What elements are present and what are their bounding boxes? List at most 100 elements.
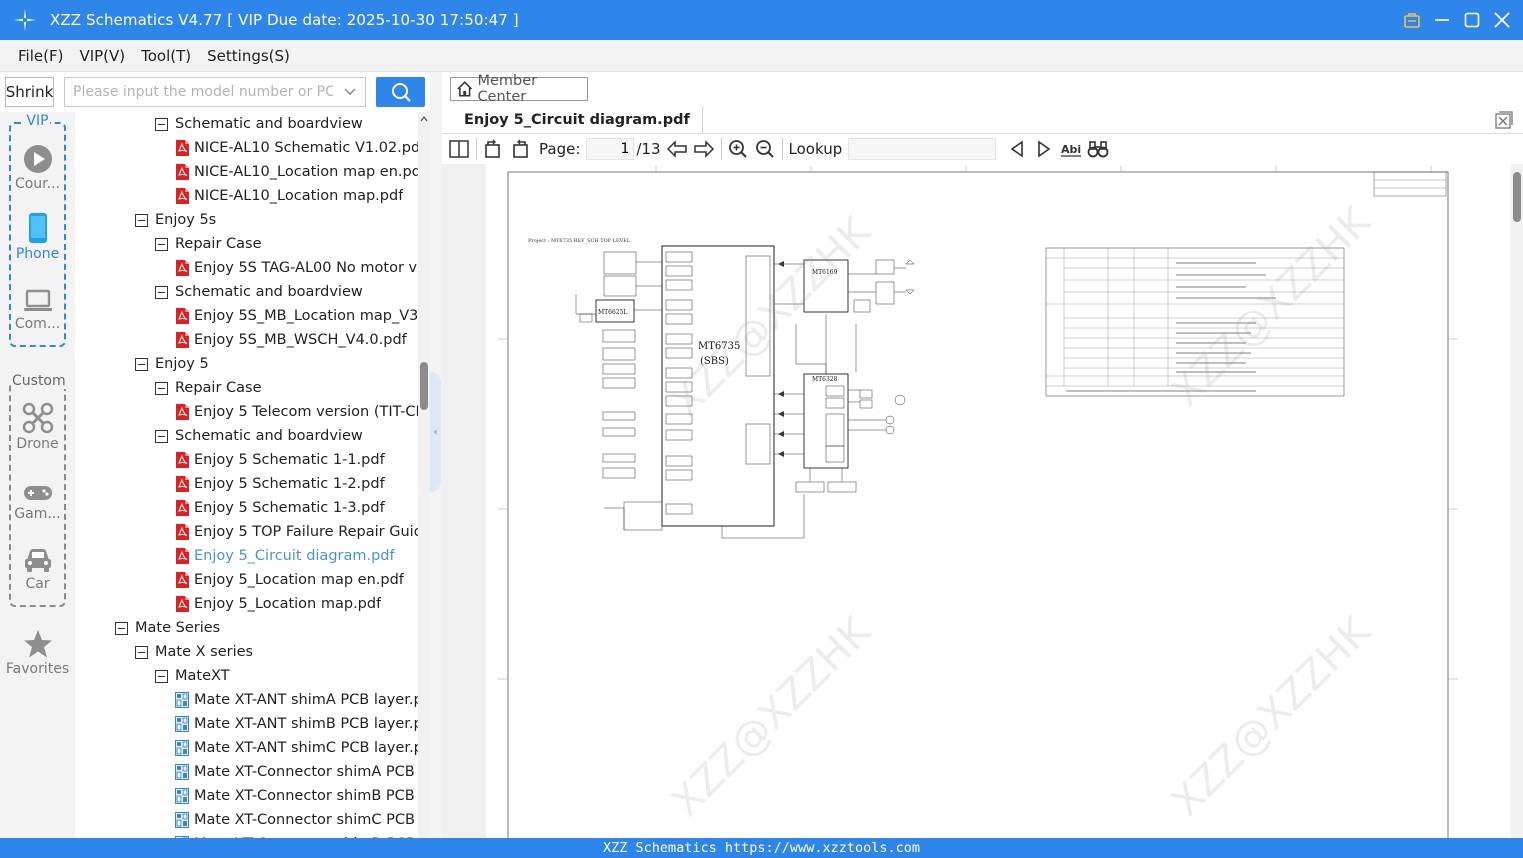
tree-file-pdf[interactable]: Enjoy 5_Circuit diagram.pdf (175, 544, 395, 568)
tree-file-pdf[interactable]: NICE-AL10_Location map.pdf (175, 184, 403, 208)
layout-toggle-button[interactable] (448, 138, 470, 160)
app-logo-icon (14, 9, 36, 31)
category-phone[interactable]: Phone (0, 212, 75, 262)
tree-folder[interactable]: Enjoy 5s (135, 208, 216, 232)
category-favorites[interactable]: Favorites (0, 627, 75, 677)
tree-file-pcb[interactable]: Mate XT-Connector shimB PCB (175, 784, 415, 808)
collapse-toggle[interactable] (155, 117, 168, 131)
match-case-button[interactable]: Abi (1060, 138, 1082, 160)
collapse-toggle[interactable] (155, 669, 168, 683)
triangle-right-icon (1038, 140, 1051, 158)
tree-folder[interactable]: Repair Case (155, 232, 262, 256)
viewer-scrollbar[interactable] (1511, 164, 1523, 838)
tree-folder[interactable]: Mate Series (115, 616, 220, 640)
tree-file-pdf[interactable]: NICE-AL10_Location map en.pdf (175, 160, 418, 184)
tree-folder[interactable]: Schematic and boardview (155, 112, 363, 136)
tree-file-pdf[interactable]: Enjoy 5 Schematic 1-3.pdf (175, 496, 385, 520)
tree-item-label: Mate X series (155, 644, 254, 660)
collapse-toggle[interactable] (155, 237, 168, 251)
category-car[interactable]: Car (0, 542, 75, 592)
collapse-toggle[interactable] (135, 213, 148, 227)
find-prev-button[interactable] (1006, 138, 1028, 160)
zoom-out-button[interactable] (754, 138, 776, 160)
binoculars-icon (1087, 141, 1109, 158)
tree-file-pdf[interactable]: Enjoy 5 Schematic 1-2.pdf (175, 472, 385, 496)
tree-folder[interactable]: Schematic and boardview (155, 424, 363, 448)
tree-file-pcb[interactable]: Mate XT-ANT shimA PCB layer.p (175, 688, 418, 712)
next-page-button[interactable] (693, 138, 715, 160)
lookup-input[interactable] (848, 138, 997, 160)
collapse-toggle[interactable] (155, 381, 168, 395)
member-center-button[interactable]: Member Center (450, 73, 588, 105)
minimize-button[interactable] (1433, 11, 1451, 29)
drone-icon (22, 402, 53, 434)
menu-vip[interactable]: VIP(V) (79, 47, 125, 65)
close-button[interactable] (1493, 11, 1511, 29)
page-number-input[interactable] (586, 138, 635, 160)
pdf-file-icon (176, 164, 189, 180)
tree-folder[interactable]: Enjoy 5 (135, 352, 209, 376)
tree-folder[interactable]: MateXT (155, 664, 230, 688)
collapse-toggle[interactable] (135, 645, 148, 659)
tree-item-label: Enjoy 5 Schematic 1-3.pdf (194, 500, 385, 516)
tree-folder[interactable]: Mate X series (135, 640, 253, 664)
search-button[interactable] (376, 77, 425, 107)
tree-file-pcb[interactable]: Mate XT-Connector shimC PCB (175, 808, 415, 832)
pcb-file-icon (175, 788, 189, 804)
menu-tool[interactable]: Tool(T) (141, 47, 191, 65)
shrink-button[interactable]: Shrink (5, 77, 54, 107)
tree-file-pdf[interactable]: Enjoy 5S_MB_WSCH_V4.0.pdf (175, 328, 407, 352)
panel-splitter[interactable]: ‹ (430, 72, 442, 838)
tree-folder[interactable]: Repair Case (155, 376, 262, 400)
tree-item-label: Repair Case (175, 236, 262, 252)
pdf-viewer[interactable]: Project : MT6735 REF_SCH TOP LEVEL MT673… (442, 164, 1523, 838)
tree-scrollbar[interactable] (418, 112, 430, 838)
category-drone[interactable]: Drone (0, 402, 75, 452)
tree-file-pdf[interactable]: Enjoy 5S TAG-AL00 No motor vi (175, 256, 418, 280)
lookup-label: Lookup (788, 140, 843, 158)
category-game[interactable]: Gam... (0, 472, 75, 522)
tree-file-pdf[interactable]: Enjoy 5_Location map en.pdf (175, 568, 404, 592)
collapse-panel-button[interactable]: ‹ (430, 372, 441, 492)
find-next-button[interactable] (1033, 138, 1055, 160)
viewer-scrollbar-thumb[interactable] (1513, 172, 1521, 222)
close-tabs-icon[interactable] (1495, 111, 1513, 129)
tree-file-pdf[interactable]: Enjoy 5_Location map.pdf (175, 592, 381, 616)
tree-file-pdf[interactable]: Enjoy 5S_MB_Location map_V3. (175, 304, 418, 328)
tree-file-pcb[interactable]: Mate XT-ANT shimC PCB layer.p (175, 736, 418, 760)
tree-file-pcb[interactable]: Mate XT-ANT shimB PCB layer.p (175, 712, 418, 736)
pcb-file-icon (175, 740, 189, 756)
tree-file-pdf[interactable]: Enjoy 5 Schematic 1-1.pdf (175, 448, 385, 472)
tree-file-pdf[interactable]: Enjoy 5 Telecom version (TIT-CL (175, 400, 418, 424)
menu-settings[interactable]: Settings(S) (207, 47, 290, 65)
category-sidebar: VIP Custom Cour... Phone Com... Drone Ga… (0, 112, 75, 838)
tree-item-label: Mate XT-ANT shimC PCB layer.p (194, 740, 418, 756)
tree-file-pcb[interactable]: Mate XT-Connector shimA PCB (175, 760, 415, 784)
chevron-down-icon[interactable] (343, 85, 357, 99)
collapse-toggle[interactable] (155, 429, 168, 443)
rotate-right-button[interactable] (509, 138, 531, 160)
footer-banner: XZZ Schematics https://www.xzztools.com (0, 838, 1523, 858)
collapse-toggle[interactable] (135, 357, 148, 371)
zoom-in-button[interactable] (727, 138, 749, 160)
tree-folder[interactable]: Schematic and boardview (155, 280, 363, 304)
find-all-button[interactable] (1087, 138, 1109, 160)
search-icon (391, 83, 411, 102)
tab-document[interactable]: Enjoy 5_Circuit diagram.pdf (452, 106, 703, 134)
category-computer[interactable]: Com... (0, 282, 75, 332)
tree-scrollbar-thumb[interactable] (420, 362, 428, 410)
rotate-left-button[interactable] (482, 138, 504, 160)
tree-item-label: NICE-AL10 Schematic V1.02.pdf (194, 140, 418, 156)
category-course[interactable]: Cour... (0, 142, 75, 192)
tree-file-pdf[interactable]: Enjoy 5 TOP Failure Repair Guid (175, 520, 418, 544)
maximize-button[interactable] (1463, 11, 1481, 29)
menu-file[interactable]: File(F) (18, 47, 63, 65)
collapse-toggle[interactable] (115, 621, 128, 635)
pcb-file-icon (175, 692, 189, 708)
prev-page-button[interactable] (666, 138, 688, 160)
search-input[interactable] (73, 84, 333, 100)
collapse-toggle[interactable] (155, 285, 168, 299)
vip-bag-icon[interactable] (1403, 11, 1421, 29)
tree-item-label: Enjoy 5_Location map.pdf (194, 596, 382, 612)
tree-file-pdf[interactable]: NICE-AL10 Schematic V1.02.pdf (175, 136, 418, 160)
